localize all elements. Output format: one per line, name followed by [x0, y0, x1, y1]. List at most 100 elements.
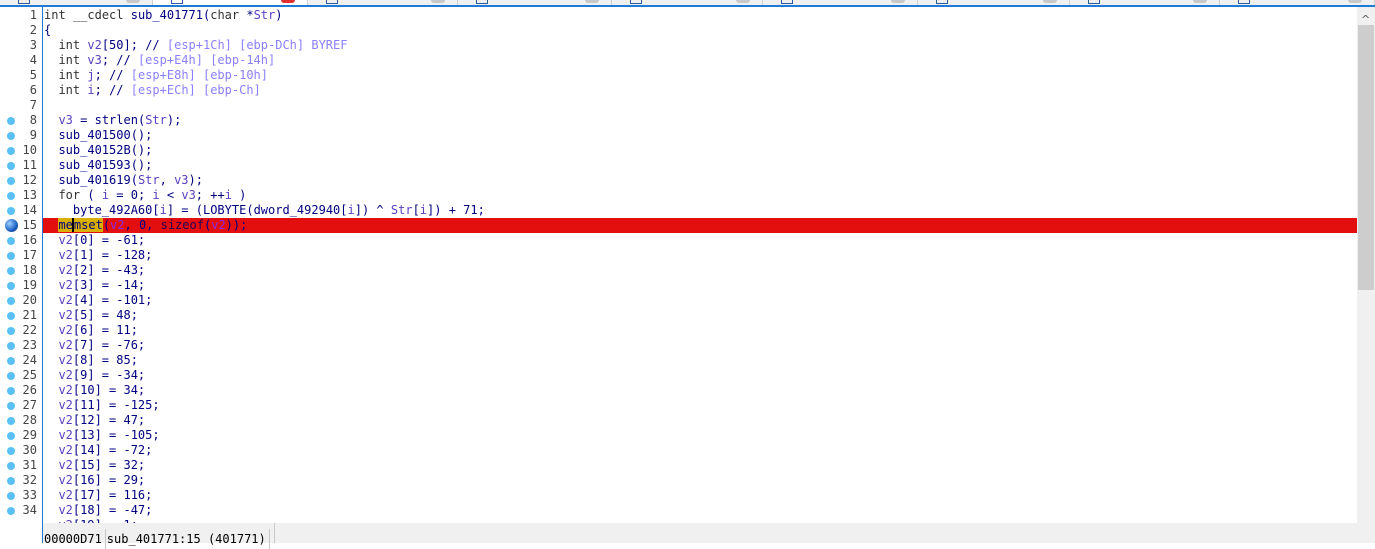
- close-icon[interactable]: [736, 0, 750, 3]
- code-line[interactable]: v2[8] = 85;: [43, 353, 1357, 368]
- breakpoint-dot-icon[interactable]: [7, 417, 15, 425]
- tab-icon: [936, 0, 948, 4]
- current-instruction-icon[interactable]: [5, 219, 18, 232]
- code-line[interactable]: v2[11] = -125;: [43, 398, 1357, 413]
- code-line[interactable]: v2[13] = -105;: [43, 428, 1357, 443]
- code-line[interactable]: memset(v2, 0, sizeof(v2));: [43, 218, 1357, 233]
- breakpoint-dot-icon[interactable]: [7, 177, 15, 185]
- tab-icon: [326, 0, 338, 4]
- code-line[interactable]: int v2[50]; // [esp+1Ch] [ebp-DCh] BYREF: [43, 38, 1357, 53]
- breakpoint-dot-icon[interactable]: [7, 432, 15, 440]
- line-number: 5: [29, 68, 37, 82]
- breakpoint-dot-icon[interactable]: [7, 357, 15, 365]
- code-line[interactable]: v2[1] = -128;: [43, 248, 1357, 263]
- code-line[interactable]: v2[6] = 11;: [43, 323, 1357, 338]
- breakpoint-dot-icon[interactable]: [7, 462, 15, 470]
- close-icon[interactable]: [1193, 0, 1207, 3]
- line-number: 20: [22, 293, 37, 307]
- line-number: 31: [22, 458, 37, 472]
- breakpoint-dot-icon[interactable]: [7, 342, 15, 350]
- code-line[interactable]: v2[4] = -101;: [43, 293, 1357, 308]
- line-number: 22: [22, 323, 37, 337]
- line-number: 23: [22, 338, 37, 352]
- code-line[interactable]: v2[16] = 29;: [43, 473, 1357, 488]
- line-number: 32: [22, 473, 37, 487]
- breakpoint-dot-icon[interactable]: [7, 192, 15, 200]
- code-line[interactable]: int j; // [esp+E8h] [ebp-10h]: [43, 68, 1357, 83]
- code-line[interactable]: sub_40152B();: [43, 143, 1357, 158]
- status-bar: 00000D71 sub_401771:15 (401771): [43, 523, 1375, 549]
- line-number: 24: [22, 353, 37, 367]
- breakpoint-dot-icon[interactable]: [7, 117, 15, 125]
- tab-icon: [171, 0, 183, 4]
- breakpoint-dot-icon[interactable]: [7, 372, 15, 380]
- code-line[interactable]: v2[14] = -72;: [43, 443, 1357, 458]
- close-icon[interactable]: [281, 0, 295, 3]
- code-line[interactable]: [43, 98, 1357, 113]
- code-line[interactable]: sub_401619(Str, v3);: [43, 173, 1357, 188]
- line-number: 25: [22, 368, 37, 382]
- line-number: 26: [22, 383, 37, 397]
- code-line[interactable]: sub_401593();: [43, 158, 1357, 173]
- breakpoint-dot-icon[interactable]: [7, 387, 15, 395]
- breakpoint-dot-icon[interactable]: [7, 237, 15, 245]
- breakpoint-dot-icon[interactable]: [7, 147, 15, 155]
- breakpoint-dot-icon[interactable]: [7, 267, 15, 275]
- code-line[interactable]: v2[15] = 32;: [43, 458, 1357, 473]
- code-line[interactable]: int i; // [esp+ECh] [ebp-Ch]: [43, 83, 1357, 98]
- pseudocode-view[interactable]: int __cdecl sub_401771(char *Str){ int v…: [43, 8, 1357, 523]
- tab-underline: [0, 5, 1375, 7]
- status-offset: 00000D71: [43, 529, 106, 549]
- close-icon[interactable]: [1043, 0, 1057, 3]
- code-line[interactable]: v2[10] = 34;: [43, 383, 1357, 398]
- code-line[interactable]: sub_401500();: [43, 128, 1357, 143]
- code-line[interactable]: int v3; // [esp+E4h] [ebp-14h]: [43, 53, 1357, 68]
- code-line[interactable]: v2[5] = 48;: [43, 308, 1357, 323]
- tab-icon: [476, 0, 488, 4]
- line-number: 30: [22, 443, 37, 457]
- code-line[interactable]: v2[0] = -61;: [43, 233, 1357, 248]
- status-location: sub_401771:15 (401771): [106, 529, 270, 549]
- code-line[interactable]: {: [43, 23, 1357, 38]
- breakpoint-dot-icon[interactable]: [7, 297, 15, 305]
- line-number: 16: [22, 233, 37, 247]
- line-number: 33: [22, 488, 37, 502]
- line-number: 6: [29, 83, 37, 97]
- breakpoint-dot-icon[interactable]: [7, 132, 15, 140]
- breakpoint-dot-icon[interactable]: [7, 207, 15, 215]
- breakpoint-dot-icon[interactable]: [7, 402, 15, 410]
- breakpoint-dot-icon[interactable]: [7, 492, 15, 500]
- code-line[interactable]: v2[7] = -76;: [43, 338, 1357, 353]
- tab-icon: [1238, 0, 1250, 4]
- code-line[interactable]: v2[2] = -43;: [43, 263, 1357, 278]
- close-icon[interactable]: [585, 0, 599, 3]
- line-number: [0, 518, 37, 533]
- breakpoint-dot-icon[interactable]: [7, 447, 15, 455]
- breakpoint-dot-icon[interactable]: [7, 162, 15, 170]
- close-icon[interactable]: [431, 0, 445, 3]
- breakpoint-dot-icon[interactable]: [7, 252, 15, 260]
- breakpoint-dot-icon[interactable]: [7, 312, 15, 320]
- code-line[interactable]: v2[18] = -47;: [43, 503, 1357, 518]
- code-line[interactable]: v2[12] = 47;: [43, 413, 1357, 428]
- code-line[interactable]: for ( i = 0; i < v3; ++i ): [43, 188, 1357, 203]
- code-line[interactable]: v2[9] = -34;: [43, 368, 1357, 383]
- close-icon[interactable]: [1348, 0, 1362, 3]
- scrollbar-thumb[interactable]: [1358, 25, 1374, 290]
- vertical-scrollbar[interactable]: ^: [1357, 7, 1375, 523]
- breakpoint-dot-icon[interactable]: [7, 282, 15, 290]
- line-number-gutter[interactable]: 1 2 3 4 5 6 7 8 9 10 11 12 13 14 15 16 17 18 19 20 21 22 23 24 2…: [0, 7, 42, 543]
- code-line[interactable]: int __cdecl sub_401771(char *Str): [43, 8, 1357, 23]
- breakpoint-dot-icon[interactable]: [7, 477, 15, 485]
- line-number: 11: [22, 158, 37, 172]
- line-number: 1: [29, 8, 37, 22]
- code-line[interactable]: byte_492A60[i] = (LOBYTE(dword_492940[i]…: [43, 203, 1357, 218]
- close-icon[interactable]: [891, 0, 905, 3]
- breakpoint-dot-icon[interactable]: [7, 327, 15, 335]
- line-number: 18: [22, 263, 37, 277]
- breakpoint-dot-icon[interactable]: [7, 507, 15, 515]
- code-line[interactable]: v2[17] = 116;: [43, 488, 1357, 503]
- code-line[interactable]: v3 = strlen(Str);: [43, 113, 1357, 128]
- code-line[interactable]: v2[3] = -14;: [43, 278, 1357, 293]
- close-icon[interactable]: [126, 0, 140, 3]
